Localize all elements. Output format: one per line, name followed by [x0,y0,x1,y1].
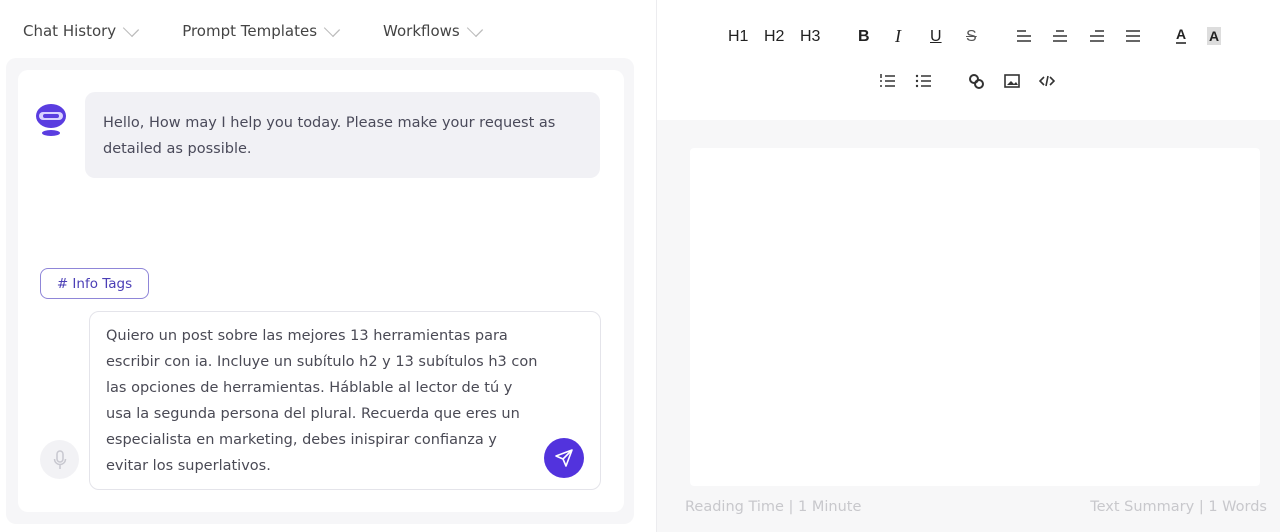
send-button[interactable] [544,438,584,478]
workflows-label: Workflows [383,22,460,40]
chevron-down-icon [323,20,341,37]
workflows-dropdown[interactable]: Workflows [383,20,483,40]
align-center-icon[interactable] [1052,28,1068,44]
info-tags-button[interactable]: # Info Tags [40,268,149,299]
text-summary: Text Summary | 1 Words [1090,499,1267,515]
background-color-button[interactable]: A [1207,27,1222,45]
h3-button[interactable]: H3 [800,28,820,46]
bold-button[interactable]: B [858,28,870,46]
italic-button[interactable]: I [895,26,901,47]
code-icon[interactable] [1039,74,1055,88]
prompt-templates-dropdown[interactable]: Prompt Templates [182,20,341,40]
prompt-templates-label: Prompt Templates [182,22,318,40]
send-icon [555,449,573,467]
image-icon[interactable] [1004,73,1020,89]
editor-content[interactable] [690,148,1260,486]
top-nav: Chat History Prompt Templates Workflows [23,20,526,40]
editor-toolbar: H1 H2 H3 B I U S A A [657,0,1280,120]
align-justify-icon[interactable] [1125,28,1141,44]
underline-button[interactable]: U [930,28,942,46]
microphone-button[interactable] [40,440,79,479]
reading-time: Reading Time | 1 Minute [685,499,862,515]
font-color-button[interactable]: A [1176,26,1187,44]
chevron-down-icon [466,20,483,37]
align-right-icon[interactable] [1089,28,1105,44]
microphone-icon [53,449,66,469]
ordered-list-icon[interactable] [879,73,896,89]
align-left-icon[interactable] [1016,28,1032,44]
chat-history-label: Chat History [23,22,117,40]
h2-button[interactable]: H2 [764,28,784,46]
bot-avatar-icon [36,104,66,136]
link-icon[interactable] [968,73,985,89]
bot-message: Hello, How may I help you today. Please … [85,92,600,178]
h1-button[interactable]: H1 [728,28,748,46]
strikethrough-button[interactable]: S [966,28,977,46]
chat-history-dropdown[interactable]: Chat History [23,20,140,40]
bullet-list-icon[interactable] [915,73,932,89]
chevron-down-icon [123,20,140,37]
prompt-input[interactable]: Quiero un post sobre las mejores 13 herr… [89,311,601,490]
